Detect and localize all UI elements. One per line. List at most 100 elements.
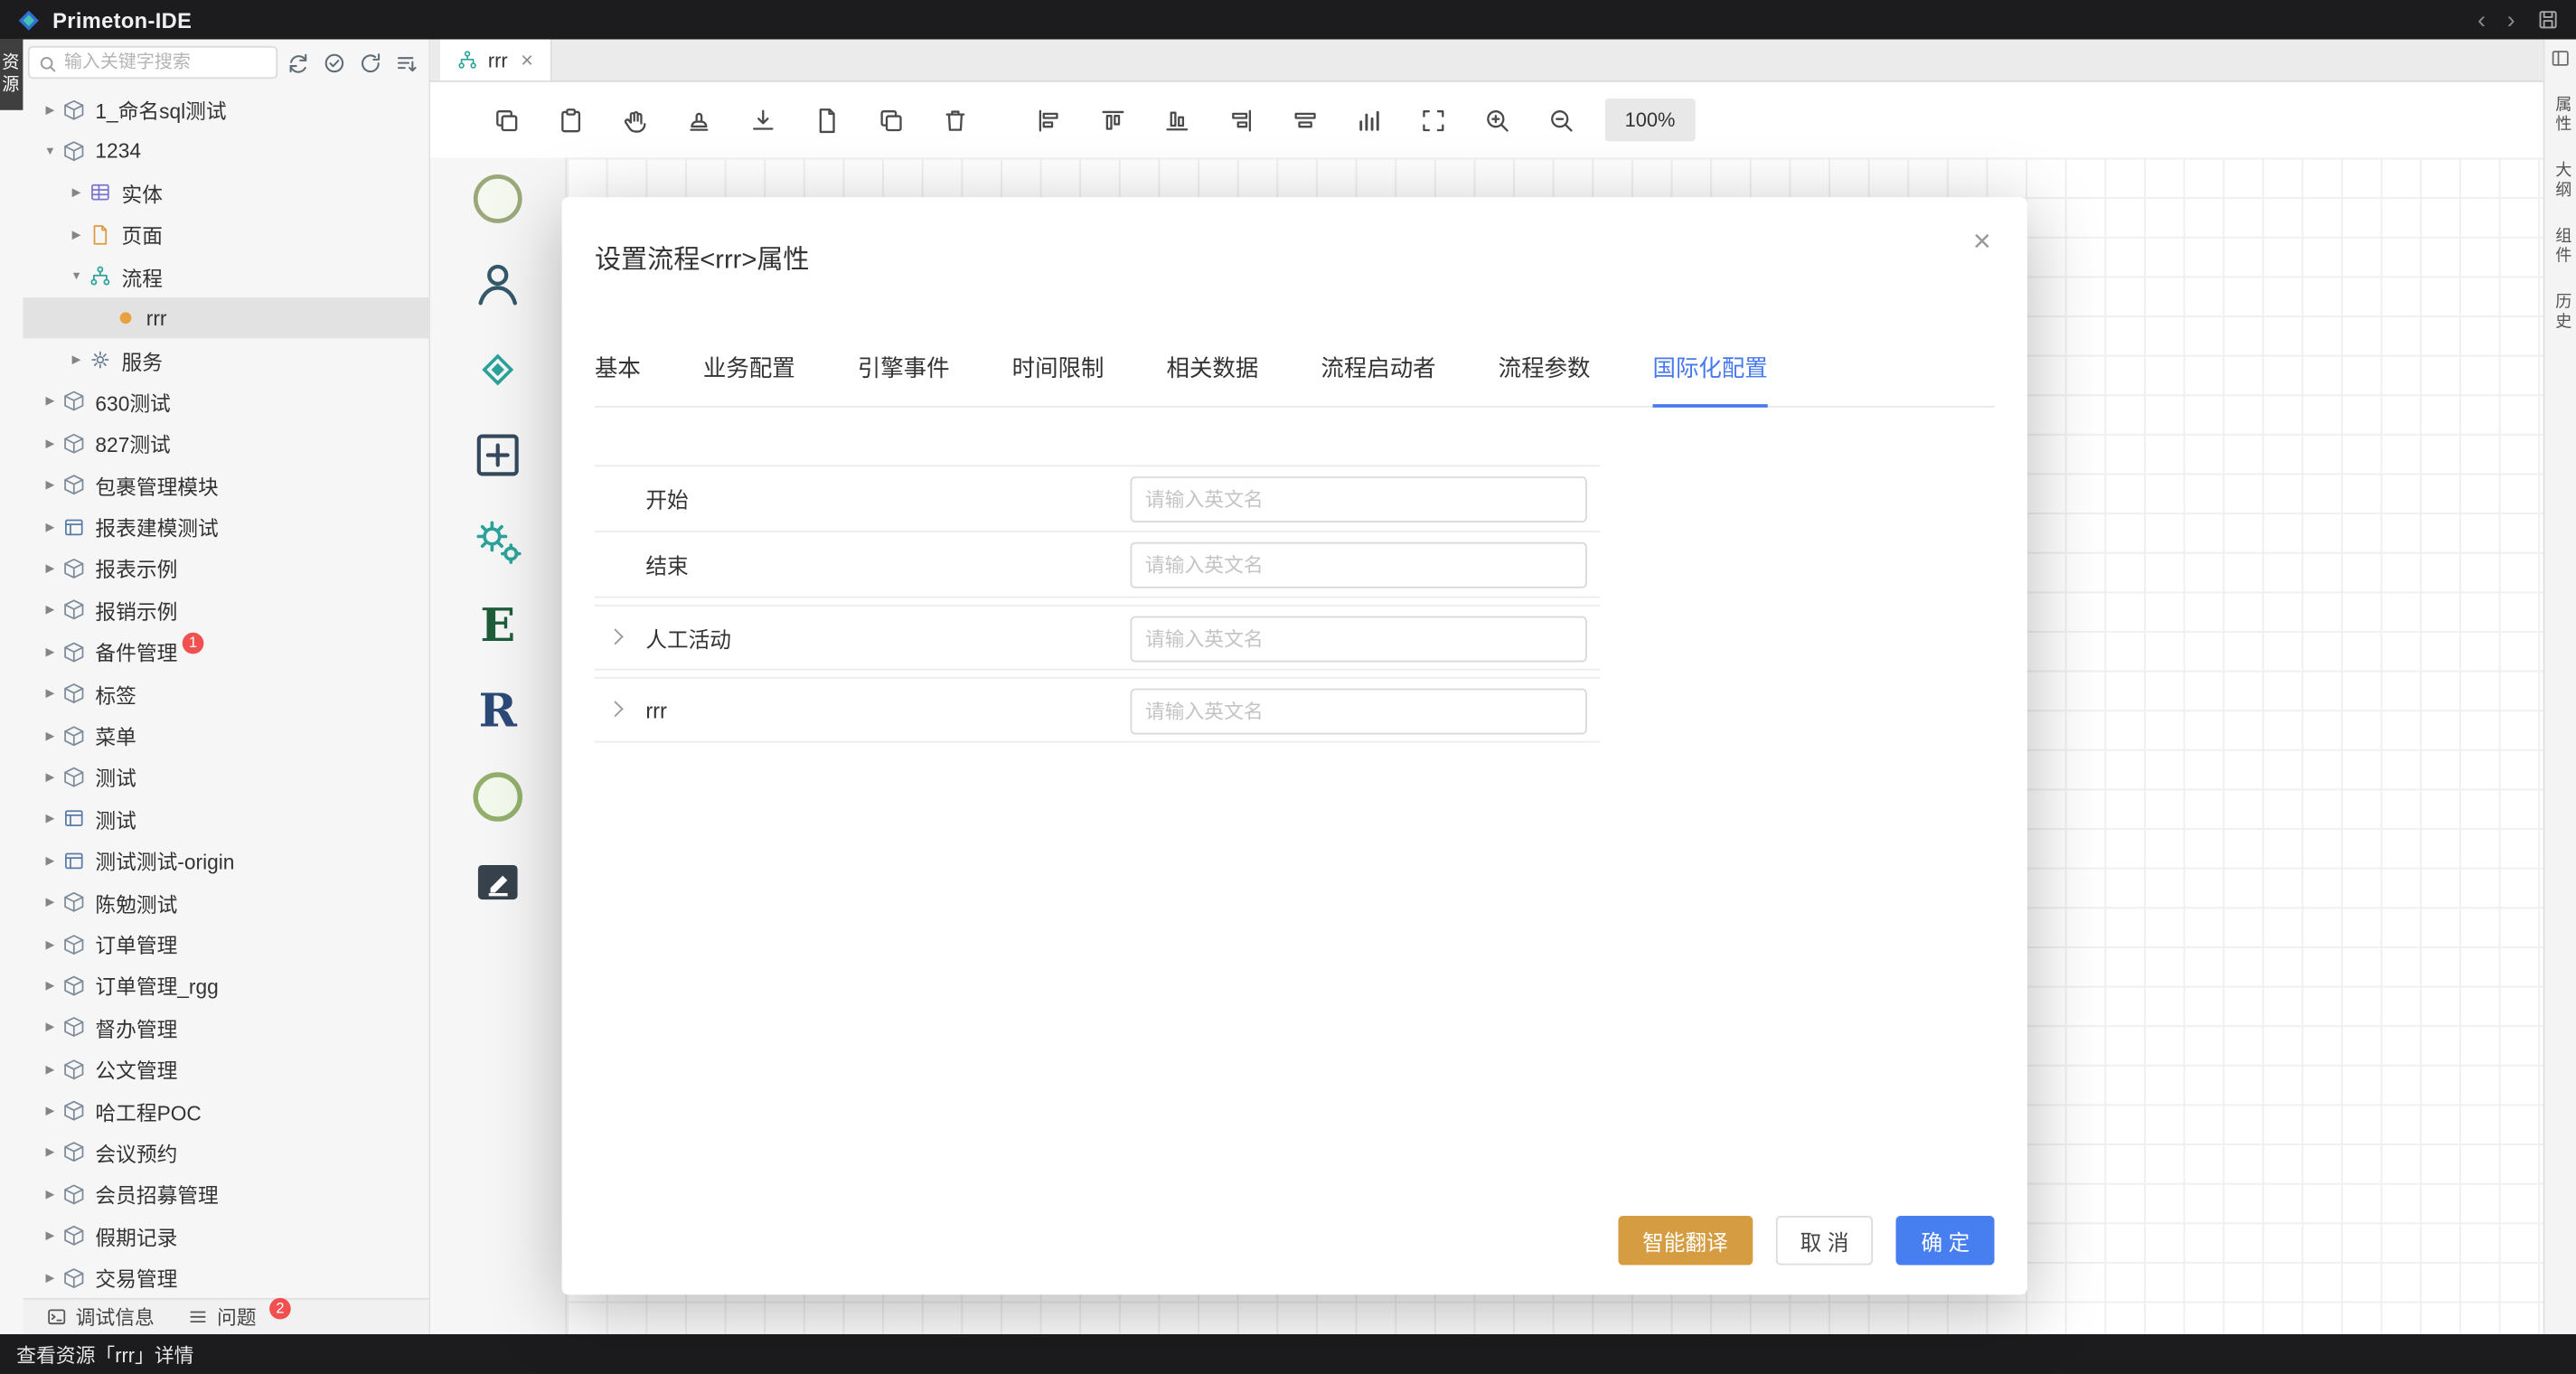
sync-icon[interactable]	[286, 50, 310, 74]
align-left-icon[interactable]	[1035, 106, 1063, 134]
tab-close-icon[interactable]: ×	[521, 50, 533, 71]
tree-item[interactable]: ▶报表建模测试	[23, 506, 428, 548]
zoom-out-icon[interactable]	[1547, 106, 1575, 134]
file-icon[interactable]	[813, 106, 841, 134]
dialog-tab[interactable]: 引擎事件	[858, 352, 950, 384]
expand-arrow-icon[interactable]: ▶	[40, 645, 61, 659]
smart-translate-button[interactable]: 智能翻译	[1618, 1216, 1753, 1266]
tree-item[interactable]: ▶会议预约	[23, 1132, 428, 1173]
tree-item[interactable]: ▼流程	[23, 256, 428, 297]
tree-item[interactable]: ▶陈勉测试	[23, 881, 428, 923]
bars-icon[interactable]	[1356, 106, 1384, 134]
expand-arrow-icon[interactable]: ▶	[40, 979, 61, 993]
download-icon[interactable]	[749, 106, 777, 134]
right-rail-tab[interactable]: 历史	[2548, 293, 2572, 333]
english-name-input[interactable]	[1131, 689, 1587, 735]
tree-item[interactable]: ▼1234	[23, 130, 428, 172]
expand-arrow-icon[interactable]: ▶	[66, 186, 88, 200]
expand-arrow-icon[interactable]: ▶	[40, 729, 61, 742]
refresh-icon[interactable]	[358, 50, 382, 74]
expand-arrow-icon[interactable]: ▶	[40, 896, 61, 909]
nav-back-icon[interactable]: ‹	[2477, 7, 2486, 32]
tree-item[interactable]: ▶实体	[23, 172, 428, 213]
expand-arrow-icon[interactable]: ▶	[40, 562, 61, 576]
zoom-in-icon[interactable]	[1483, 106, 1511, 134]
expand-arrow-icon[interactable]: ▶	[40, 1146, 61, 1160]
search-input[interactable]	[64, 52, 268, 72]
tree-item[interactable]: ▶1_命名sql测试	[23, 89, 428, 130]
sort-icon[interactable]	[394, 50, 418, 74]
expand-arrow-icon[interactable]: ▶	[40, 1188, 61, 1201]
palette-start-circle-icon[interactable]	[470, 171, 526, 227]
tree-item[interactable]: ▶包裹管理模块	[23, 465, 428, 506]
trash-icon[interactable]	[941, 106, 969, 134]
tree-item[interactable]: ▶假期记录	[23, 1215, 428, 1256]
palette-diamond-icon[interactable]	[470, 342, 526, 398]
expand-arrow-icon[interactable]: ▶	[40, 604, 61, 617]
dialog-tab[interactable]: 业务配置	[703, 352, 795, 384]
tree-item[interactable]: ▶会员招募管理	[23, 1173, 428, 1215]
dialog-tab[interactable]: 流程参数	[1499, 352, 1591, 384]
tree-item[interactable]: ▶哈工程POC	[23, 1090, 428, 1132]
tree-item[interactable]: ▶督办管理	[23, 1006, 428, 1048]
tree-item[interactable]: ▶公文管理	[23, 1049, 428, 1090]
right-rail-tab[interactable]: 属性	[2548, 95, 2572, 135]
dialog-tab[interactable]: 流程启动者	[1321, 352, 1435, 384]
tree-item[interactable]: ▶订单管理	[23, 923, 428, 965]
right-rail-tab[interactable]: 大纲	[2548, 161, 2572, 201]
dialog-tab-active[interactable]: 国际化配置	[1653, 352, 1768, 384]
save-icon[interactable]	[2536, 8, 2559, 31]
align-right-icon[interactable]	[1227, 106, 1255, 134]
tree-item[interactable]: ▶测试	[23, 757, 428, 798]
tree-item[interactable]: ▶测试测试-origin	[23, 840, 428, 881]
tree-item[interactable]: ▶交易管理	[23, 1256, 428, 1298]
expand-arrow-icon[interactable]: ▶	[40, 687, 61, 701]
palette-note-icon[interactable]	[470, 854, 526, 910]
expand-arrow-icon[interactable]: ▶	[40, 520, 61, 533]
expand-arrow-icon[interactable]: ▶	[40, 1271, 61, 1285]
right-rail-tab[interactable]: 组件	[2548, 227, 2572, 267]
expand-arrow-icon[interactable]: ▶	[40, 854, 61, 868]
align-bottom-icon[interactable]	[1163, 106, 1191, 134]
expand-arrow-icon[interactable]: ▶	[66, 228, 88, 241]
debug-info-tab[interactable]: 调试信息	[46, 1303, 155, 1331]
zoom-level-select[interactable]: 100%	[1605, 99, 1695, 141]
stamp-icon[interactable]	[685, 106, 713, 134]
tree-item[interactable]: ▶827测试	[23, 422, 428, 464]
row-expand-icon[interactable]	[607, 628, 624, 645]
copy-icon[interactable]	[493, 106, 521, 134]
fit-icon[interactable]	[1419, 106, 1447, 134]
expand-arrow-icon[interactable]: ▶	[40, 1105, 61, 1118]
tree-item[interactable]: rrr	[23, 297, 428, 339]
collapse-arrow-icon[interactable]: ▼	[40, 146, 61, 157]
expand-arrow-icon[interactable]: ▶	[40, 770, 61, 784]
tree-item[interactable]: ▶菜单	[23, 714, 428, 756]
tree-item[interactable]: ▶报销示例	[23, 589, 428, 631]
expand-arrow-icon[interactable]: ▶	[40, 437, 61, 450]
palette-gears-icon[interactable]	[470, 513, 526, 569]
tree-item[interactable]: ▶服务	[23, 339, 428, 381]
expand-arrow-icon[interactable]: ▶	[40, 395, 61, 409]
cancel-button[interactable]: 取 消	[1775, 1216, 1873, 1266]
rail-tab-resources[interactable]: 资源	[0, 40, 23, 110]
collapse-arrow-icon[interactable]: ▼	[66, 270, 88, 282]
align-center-icon[interactable]	[1292, 106, 1320, 134]
palette-letter-r[interactable]: R	[470, 683, 526, 739]
expand-arrow-icon[interactable]: ▶	[40, 812, 61, 825]
expand-arrow-icon[interactable]: ▶	[40, 478, 61, 492]
editor-tab-rrr[interactable]: rrr ×	[440, 40, 551, 80]
expand-arrow-icon[interactable]: ▶	[66, 353, 88, 367]
panel-toggle-icon[interactable]	[2550, 48, 2571, 70]
align-top-icon[interactable]	[1099, 106, 1127, 134]
tree-item[interactable]: ▶报表示例	[23, 548, 428, 589]
search-box[interactable]	[28, 46, 277, 79]
english-name-input[interactable]	[1131, 616, 1587, 663]
expand-arrow-icon[interactable]: ▶	[40, 1021, 61, 1034]
tree-item[interactable]: ▶订单管理_rgg	[23, 965, 428, 1006]
check-icon[interactable]	[322, 50, 346, 74]
palette-letter-e[interactable]: E	[470, 598, 526, 654]
tree-item[interactable]: ▶630测试	[23, 381, 428, 422]
expand-arrow-icon[interactable]: ▶	[40, 1229, 61, 1243]
expand-arrow-icon[interactable]: ▶	[40, 103, 61, 117]
problems-tab[interactable]: 问题 2	[187, 1303, 291, 1331]
